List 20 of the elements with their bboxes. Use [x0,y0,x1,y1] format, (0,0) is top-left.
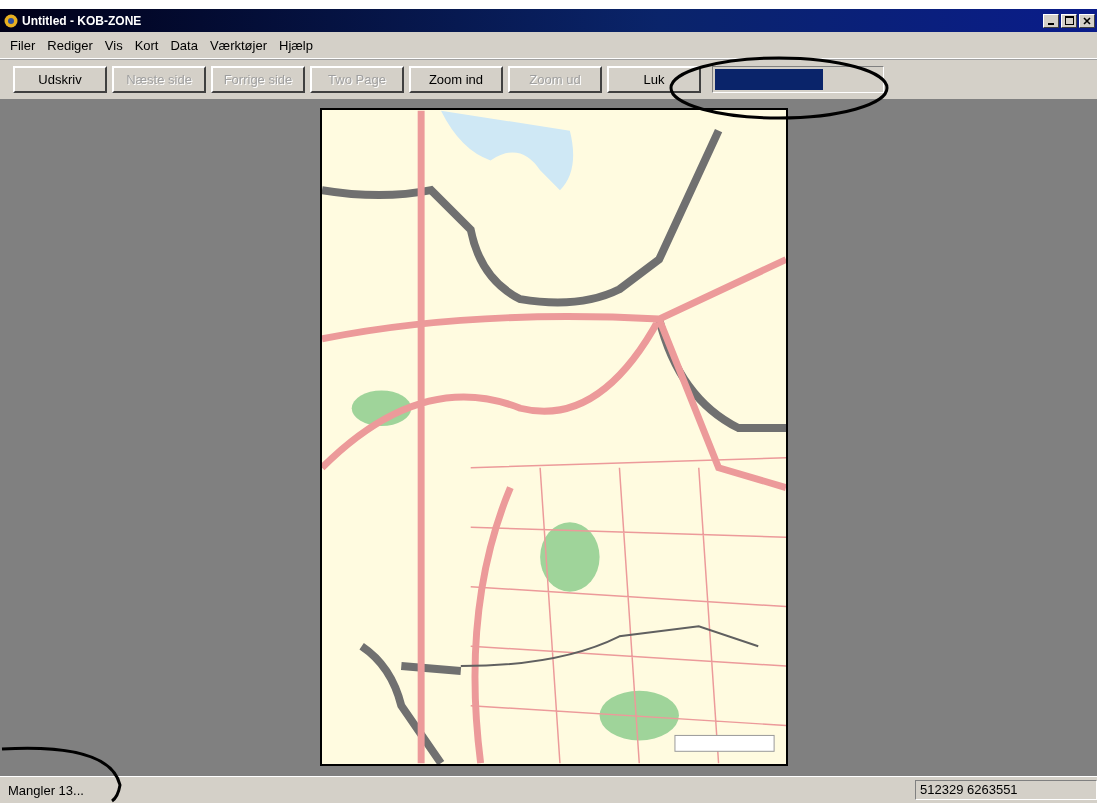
maximize-icon [1064,16,1074,25]
menu-item[interactable]: Filer [4,37,42,53]
menu-item[interactable]: Vis [98,37,129,53]
close-button[interactable] [1079,13,1095,28]
window-title: Untitled - KOB-ZONE [22,13,142,28]
menu-item[interactable]: Værktøjer [203,37,273,53]
status-message: Mangler 13... [8,782,84,798]
toolbar-button[interactable]: Zoom ind [409,65,503,93]
minimize-button[interactable] [1043,13,1059,28]
app-icon [4,13,18,28]
menu-item[interactable]: Kort [128,37,165,53]
maximize-button[interactable] [1061,13,1077,28]
menu-item[interactable]: Hjælp [273,37,319,53]
toolbar-button[interactable]: Udskriv [13,65,107,93]
menu-item[interactable]: Data [164,37,204,53]
coordinates-field: 512329 6263551 [915,780,1097,800]
minimize-icon [1048,22,1054,25]
toolbar-button[interactable]: Luk [607,65,701,93]
menu-item[interactable]: Rediger [41,37,99,53]
close-icon [1083,16,1091,25]
